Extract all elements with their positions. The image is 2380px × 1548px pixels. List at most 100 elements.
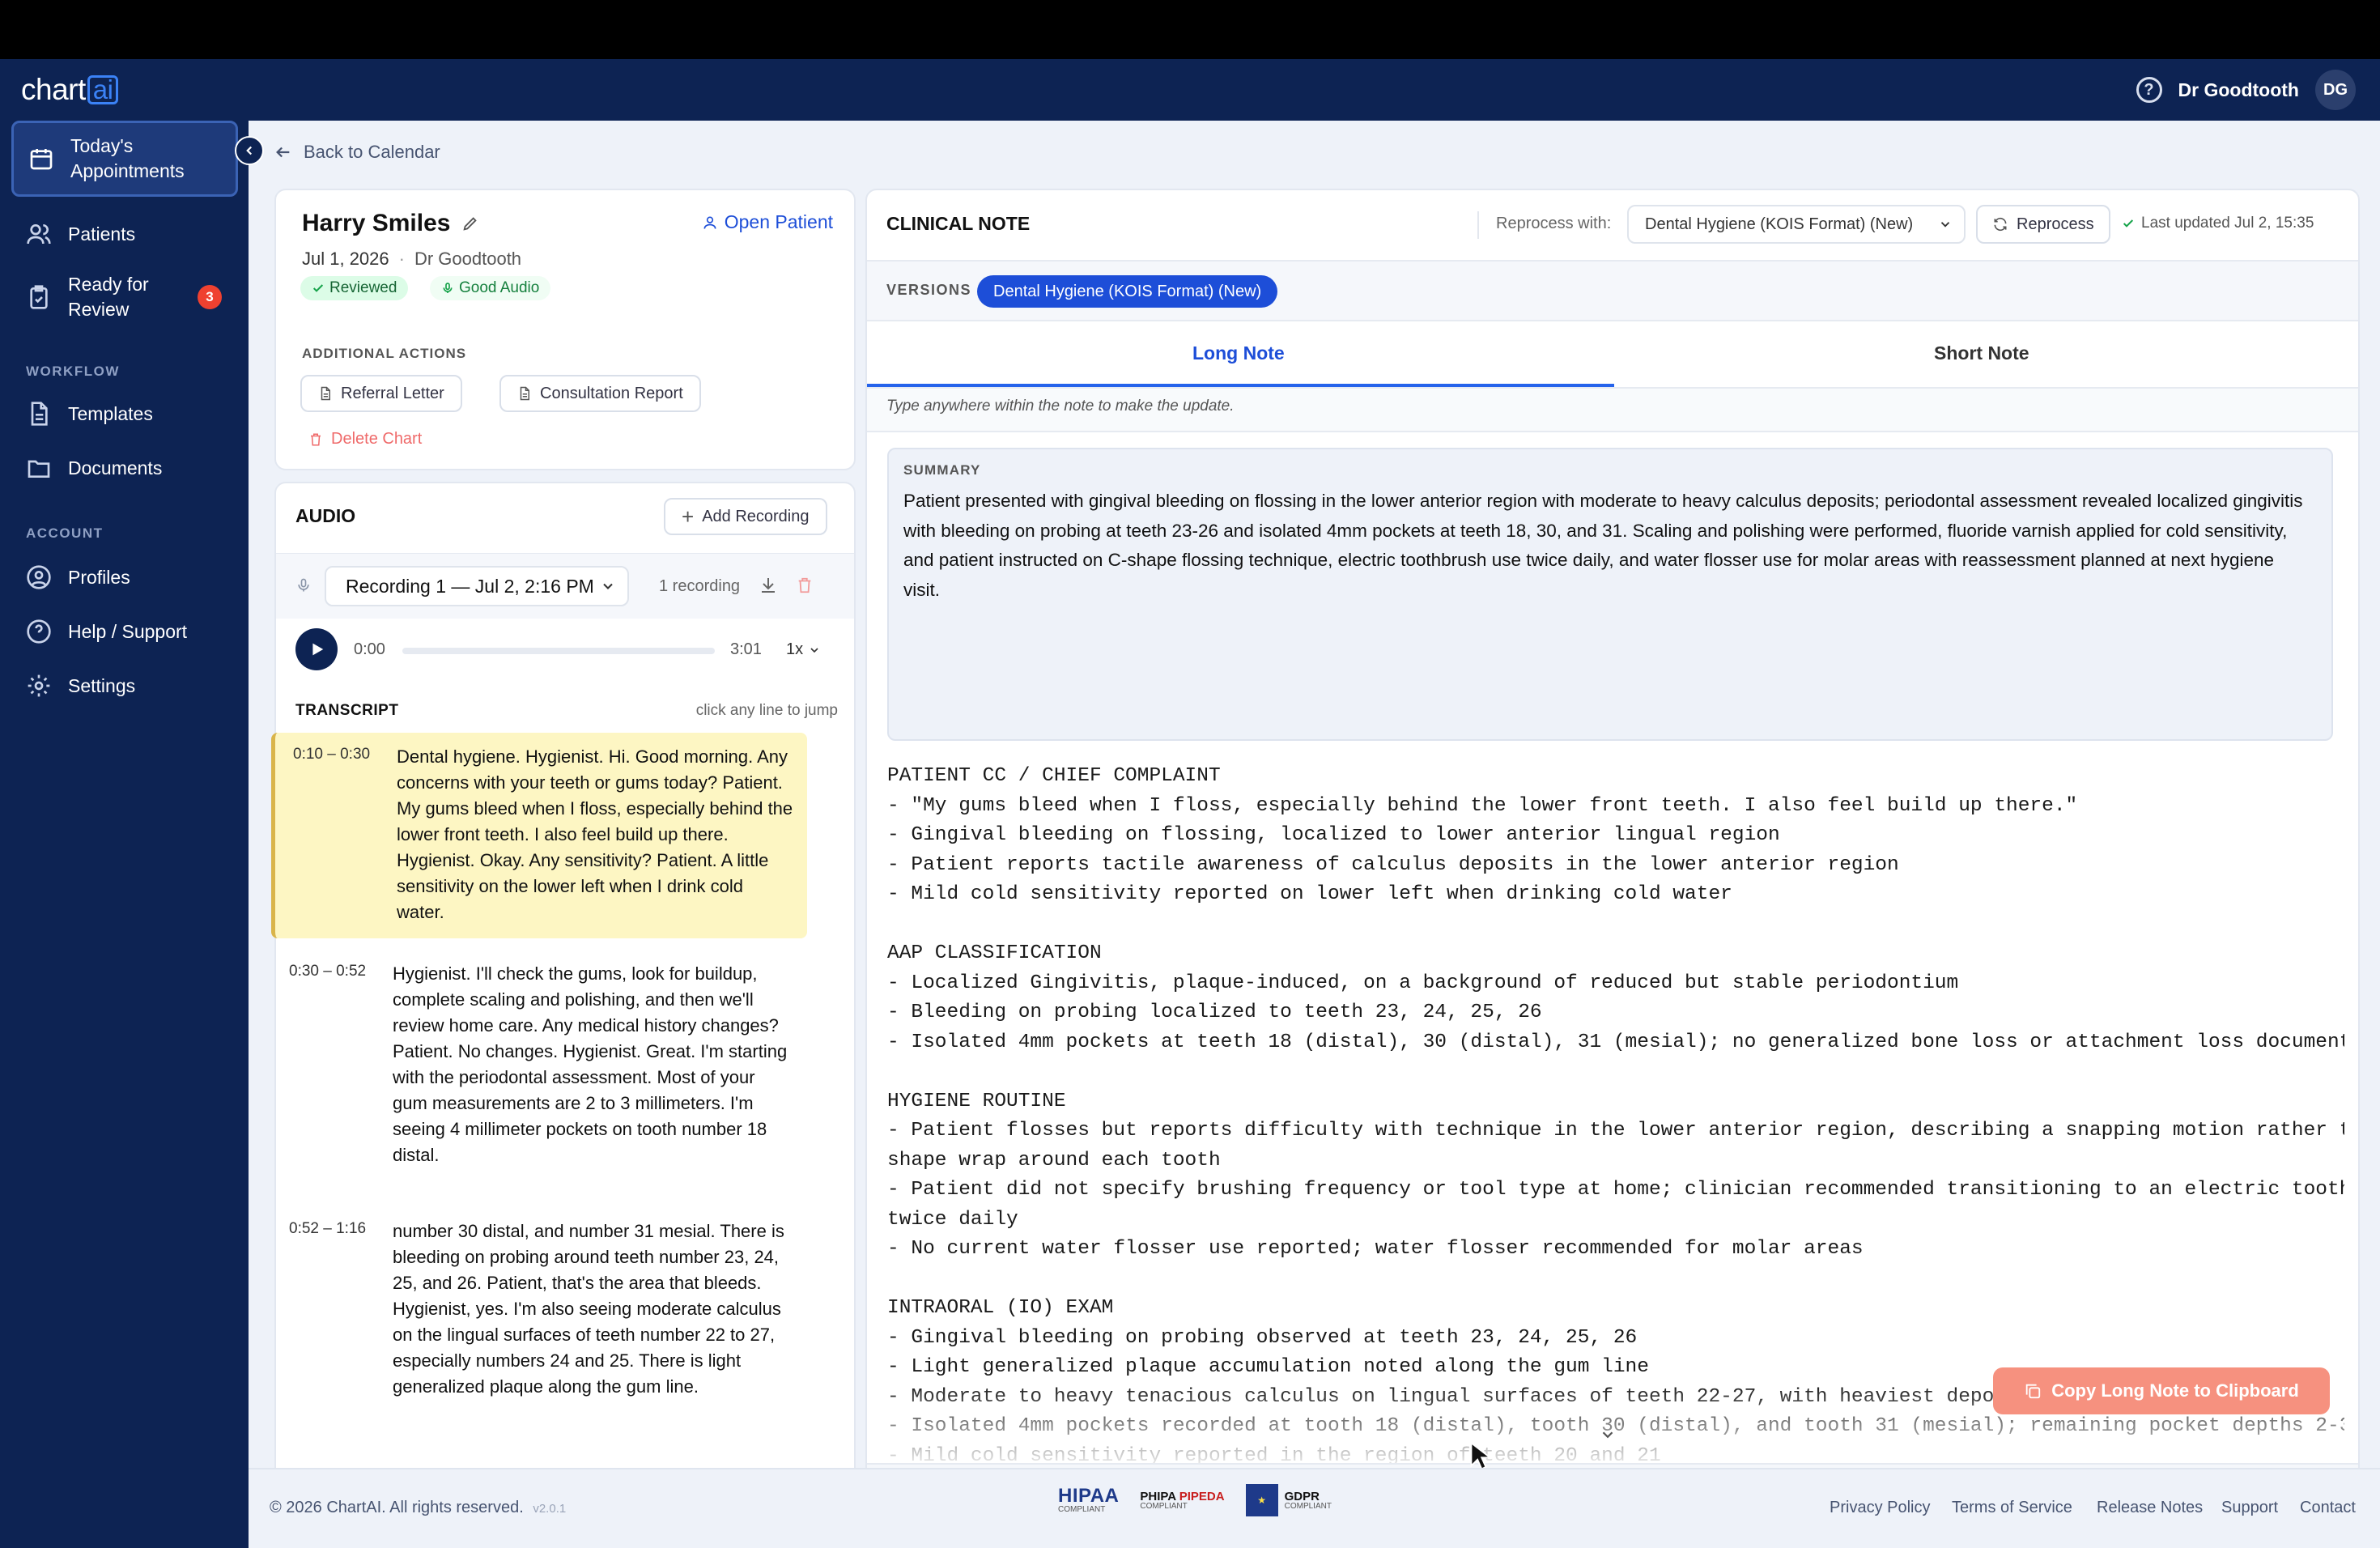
audio-heading: AUDIO bbox=[295, 505, 356, 526]
sidebar-item-documents[interactable]: Documents bbox=[11, 445, 238, 491]
add-recording-button[interactable]: + Add Recording bbox=[664, 498, 827, 535]
chevron-left-icon bbox=[246, 146, 253, 155]
footer-link-release-notes[interactable]: Release Notes bbox=[2097, 1499, 2203, 1517]
sidebar-item-patients[interactable]: Patients bbox=[11, 211, 238, 257]
folder-icon bbox=[28, 460, 50, 478]
reprocess-template-value: Dental Hygiene (KOIS Format) (New) bbox=[1645, 215, 1914, 233]
check-icon bbox=[312, 284, 324, 292]
referral-letter-button[interactable]: Referral Letter bbox=[300, 375, 462, 412]
download-icon[interactable] bbox=[759, 576, 778, 595]
chevron-down-icon[interactable] bbox=[1599, 1426, 1617, 1444]
compliance-badges: HIPAA COMPLIANT PHIPA PIPEDA COMPLIANT ★… bbox=[1058, 1484, 1332, 1516]
footer-link-contact[interactable]: Contact bbox=[2300, 1499, 2356, 1517]
divider bbox=[867, 320, 2358, 321]
copy-icon bbox=[2025, 1384, 2041, 1399]
reprocess-button-label: Reprocess bbox=[2017, 215, 2094, 233]
audio-progress-track[interactable] bbox=[402, 648, 715, 654]
segment-text: number 30 distal, and number 31 mesial. … bbox=[393, 1221, 784, 1397]
divider bbox=[867, 431, 2358, 432]
delete-chart-button[interactable]: Delete Chart bbox=[308, 430, 422, 449]
note-line: - "My gums bleed when I floss, especiall… bbox=[887, 794, 2078, 817]
document-icon bbox=[321, 386, 330, 401]
logo-suffix: ai bbox=[87, 75, 119, 104]
version-chip[interactable]: Dental Hygiene (KOIS Format) (New) bbox=[977, 275, 1278, 308]
status-badge: Reviewed bbox=[300, 276, 409, 300]
copy-button-label: Copy Long Note to Clipboard bbox=[2051, 1380, 2299, 1401]
version-text: v2.0.1 bbox=[533, 1502, 567, 1516]
reprocess-template-select[interactable]: Dental Hygiene (KOIS Format) (New) bbox=[1627, 205, 1966, 244]
user-icon bbox=[703, 216, 716, 229]
copyright: © 2026 ChartAI. All rights reserved. v2.… bbox=[270, 1499, 566, 1517]
duration: 3:01 bbox=[730, 640, 762, 658]
check-icon bbox=[2123, 219, 2134, 228]
recording-select[interactable]: Recording 1 — Jul 2, 2:16 PM bbox=[325, 566, 629, 606]
footer-link-support[interactable]: Support bbox=[2221, 1499, 2278, 1517]
avatar[interactable]: DG bbox=[2315, 70, 2356, 110]
open-patient-link[interactable]: Open Patient bbox=[702, 211, 833, 233]
play-button[interactable] bbox=[295, 628, 338, 670]
transcript-segment[interactable]: 0:52 – 1:16 number 30 distal, and number… bbox=[271, 1207, 807, 1450]
collapse-sidebar-button[interactable] bbox=[235, 136, 264, 165]
consultation-report-button[interactable]: Consultation Report bbox=[499, 375, 701, 412]
app-logo[interactable]: chart ai bbox=[21, 72, 119, 108]
note-line: - Patient flosses but reports difficulty… bbox=[887, 1120, 2344, 1142]
note-line: twice daily bbox=[887, 1208, 1018, 1231]
tab-short-note[interactable]: Short Note bbox=[1934, 342, 2029, 364]
footer-link-terms[interactable]: Terms of Service bbox=[1952, 1499, 2072, 1517]
gdpr-compliant-text: COMPLIANT bbox=[1284, 1501, 1332, 1511]
sidebar-item-ready-for-review[interactable]: Ready for Review 3 bbox=[11, 265, 238, 330]
gdpr-badge: ★ GDPR COMPLIANT bbox=[1245, 1484, 1332, 1516]
sidebar-item-profiles[interactable]: Profiles bbox=[11, 555, 238, 600]
trash-icon[interactable] bbox=[796, 576, 814, 595]
sidebar-item-templates[interactable]: Templates bbox=[11, 391, 238, 436]
sidebar-item-settings[interactable]: Settings bbox=[11, 663, 238, 708]
note-line: INTRAORAL (IO) EXAM bbox=[887, 1297, 1114, 1319]
copy-long-note-button[interactable]: Copy Long Note to Clipboard bbox=[1993, 1367, 2330, 1414]
note-line: shape wrap around each tooth bbox=[887, 1149, 1221, 1172]
segment-time: 0:10 – 0:30 bbox=[293, 746, 371, 763]
note-line: - No current water flosser use reported;… bbox=[887, 1238, 1864, 1260]
status-label: Reviewed bbox=[329, 279, 397, 296]
phipa-pipeda-badge: PHIPA PIPEDA COMPLIANT bbox=[1140, 1491, 1224, 1511]
sidebar-item-label: Help / Support bbox=[68, 620, 188, 642]
speed-value: 1x bbox=[786, 640, 804, 658]
pencil-icon[interactable] bbox=[461, 215, 479, 232]
note-line: - Bleeding on probing localized to teeth… bbox=[887, 1002, 1542, 1023]
clipboard-check-icon bbox=[30, 285, 48, 309]
footer-link-privacy[interactable]: Privacy Policy bbox=[1830, 1499, 1930, 1517]
transcript-segment-active[interactable]: 0:10 – 0:30 Dental hygiene. Hygienist. H… bbox=[271, 733, 807, 938]
appointment-date: Jul 1, 2026 bbox=[302, 249, 389, 269]
sidebar-item-label: Settings bbox=[68, 674, 136, 696]
note-line: AAP CLASSIFICATION bbox=[887, 942, 1102, 964]
note-blank-line bbox=[887, 1057, 2344, 1087]
sidebar: Today's Appointments Patients Ready for … bbox=[0, 121, 249, 1548]
sidebar-item-todays-appointments[interactable]: Today's Appointments bbox=[11, 121, 238, 197]
user-name[interactable]: Dr Goodtooth bbox=[2178, 79, 2299, 101]
account-heading: ACCOUNT bbox=[26, 525, 104, 541]
note-line: - Gingival bleeding on probing observed … bbox=[887, 1326, 1638, 1349]
versions-label: VERSIONS bbox=[886, 282, 972, 298]
help-circle-icon bbox=[27, 619, 51, 644]
note-blank-line bbox=[887, 1265, 2344, 1295]
transcript-segment[interactable]: 0:30 – 0:52 Hygienist. I'll check the gu… bbox=[271, 950, 807, 1193]
transcript-heading: TRANSCRIPT bbox=[295, 702, 399, 719]
audio-quality-badge: Good Audio bbox=[430, 276, 551, 300]
profile-icon bbox=[27, 565, 51, 589]
reprocess-button[interactable]: Reprocess bbox=[1976, 205, 2110, 244]
back-label: Back to Calendar bbox=[304, 142, 440, 162]
top-bar: chart ai ? Dr Goodtooth DG bbox=[0, 59, 2380, 121]
plus-icon: + bbox=[682, 504, 695, 529]
last-updated: Last updated Jul 2, 15:35 bbox=[2122, 215, 2314, 232]
recording-count: 1 recording bbox=[659, 577, 741, 595]
sidebar-item-help-support[interactable]: Help / Support bbox=[11, 609, 238, 654]
help-icon[interactable]: ? bbox=[2136, 77, 2162, 103]
meta-separator: · bbox=[398, 249, 405, 269]
summary-text[interactable]: Patient presented with gingival bleeding… bbox=[903, 487, 2312, 605]
speed-select[interactable]: 1x bbox=[786, 640, 821, 659]
back-to-calendar-link[interactable]: Back to Calendar bbox=[274, 142, 440, 163]
long-note-editor[interactable]: PATIENT CC / CHIEF COMPLAINT - "My gums b… bbox=[887, 762, 2344, 1463]
edit-hint: Type anywhere within the note to make th… bbox=[886, 398, 1235, 415]
calendar-icon bbox=[30, 149, 53, 170]
divider bbox=[1477, 211, 1479, 239]
tab-long-note[interactable]: Long Note bbox=[1192, 342, 1285, 364]
